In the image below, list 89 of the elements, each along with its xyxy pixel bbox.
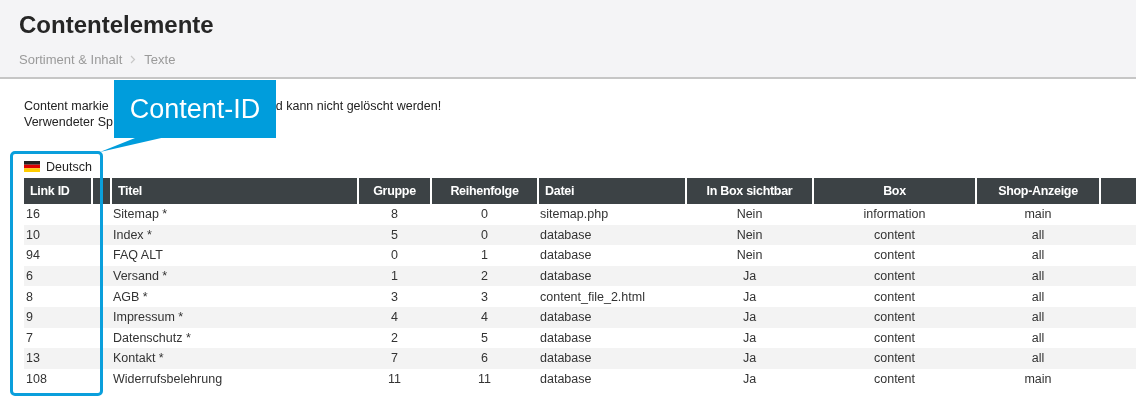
table-cell: Ja xyxy=(742,330,757,345)
table-cell: database xyxy=(540,269,592,284)
table-cell: 5 xyxy=(391,227,398,242)
table-cell: 11 xyxy=(388,372,401,387)
table-cell: Ja xyxy=(742,351,757,366)
table-cell: Nein xyxy=(736,207,763,222)
column-header: Link ID xyxy=(24,178,92,204)
table-cell: Ja xyxy=(742,269,757,284)
table-cell: all xyxy=(1031,310,1045,325)
table-cell: content xyxy=(874,227,915,242)
table-cell: Impressum * xyxy=(113,310,184,325)
table-cell: database xyxy=(540,310,592,325)
table-cell: Datenschutz * xyxy=(113,330,191,345)
table-cell: content xyxy=(874,289,915,304)
table-cell: sitemap.php xyxy=(540,207,609,222)
table-cell: database xyxy=(540,227,592,242)
table-cell: Widerrufsbelehrung xyxy=(113,372,223,387)
table-cell: 8 xyxy=(26,289,33,304)
table-cell: 7 xyxy=(26,330,33,345)
table-cell: Ja xyxy=(742,372,757,387)
table-cell: all xyxy=(1031,351,1045,366)
table-cell: database xyxy=(540,372,592,387)
table-cell: 1 xyxy=(391,269,398,284)
table-cell: Nein xyxy=(736,248,763,263)
table-cell: AGB * xyxy=(113,289,148,304)
table-cell: database xyxy=(540,330,592,345)
table-cell: Ja xyxy=(742,310,757,325)
table-cell: content xyxy=(874,310,915,325)
table-cell: main xyxy=(1024,207,1052,222)
table-cell: database xyxy=(540,248,592,263)
breadcrumb-link[interactable]: Sortiment & Inhalt xyxy=(19,52,123,67)
table-cell: Versand * xyxy=(113,269,168,284)
table-cell: 9 xyxy=(26,310,33,325)
column-header: Shop-Anzeige xyxy=(976,178,1100,204)
table-cell: database xyxy=(540,351,592,366)
table-cell: 4 xyxy=(391,310,398,325)
table-cell: Index * xyxy=(113,227,152,242)
breadcrumb-link[interactable]: Texte xyxy=(144,52,176,67)
column-header: Box xyxy=(813,178,976,204)
table-cell: content xyxy=(874,269,915,284)
table-cell: content xyxy=(874,248,915,263)
table-cell: 2 xyxy=(481,269,488,284)
table-cell: 8 xyxy=(391,207,398,222)
table-cell: 5 xyxy=(481,330,488,345)
table-cell: 11 xyxy=(478,372,491,387)
table-cell: all xyxy=(1031,289,1045,304)
table-cell: 0 xyxy=(481,227,488,242)
table-cell: content xyxy=(874,351,915,366)
table-cell: all xyxy=(1031,269,1045,284)
table-cell: Kontakt * xyxy=(113,351,164,366)
table-cell: 0 xyxy=(481,207,488,222)
table-cell: 7 xyxy=(391,351,398,366)
table-cell: 94 xyxy=(26,248,40,263)
chevron-icon xyxy=(130,55,137,64)
column-header: Titel xyxy=(111,178,358,204)
notice-text: Verwendeter Sp xyxy=(24,114,113,130)
table-cell: 0 xyxy=(391,248,398,263)
column-header: Reihenfolge xyxy=(431,178,538,204)
table-cell: 6 xyxy=(481,351,488,366)
table-cell: main xyxy=(1024,372,1052,387)
table-cell: all xyxy=(1031,227,1045,242)
table-cell: 13 xyxy=(26,351,40,366)
table-cell: Ja xyxy=(742,289,757,304)
table-cell: content_file_2.html xyxy=(540,289,645,304)
notice-text: Content markie xyxy=(24,98,109,114)
table-cell: information xyxy=(863,207,926,222)
column-header: Datei xyxy=(538,178,686,204)
notice-text: d kann nicht gelöscht werden! xyxy=(275,98,442,114)
table-cell: 10 xyxy=(26,227,40,242)
table-cell: FAQ ALT xyxy=(113,248,163,263)
column-header: In Box sichtbar xyxy=(686,178,813,204)
table-cell: 108 xyxy=(26,372,47,387)
table-cell: Sitemap * xyxy=(113,207,168,222)
table-cell: 3 xyxy=(481,289,488,304)
language-label: Deutsch xyxy=(46,159,92,174)
table-cell: 2 xyxy=(391,330,398,345)
page-title: Contentelemente xyxy=(19,10,215,40)
table-cell: 4 xyxy=(481,310,488,325)
column-header: Gruppe xyxy=(358,178,431,204)
table-cell: all xyxy=(1031,330,1045,345)
flag-icon xyxy=(24,161,40,172)
table-cell: 3 xyxy=(391,289,398,304)
table-cell: 16 xyxy=(26,207,40,222)
table-cell: content xyxy=(874,330,915,345)
table-cell: content xyxy=(874,372,915,387)
table-cell: Nein xyxy=(736,227,763,242)
table-cell: all xyxy=(1031,248,1045,263)
table-cell: 1 xyxy=(481,248,488,263)
table-cell: 6 xyxy=(26,269,33,284)
